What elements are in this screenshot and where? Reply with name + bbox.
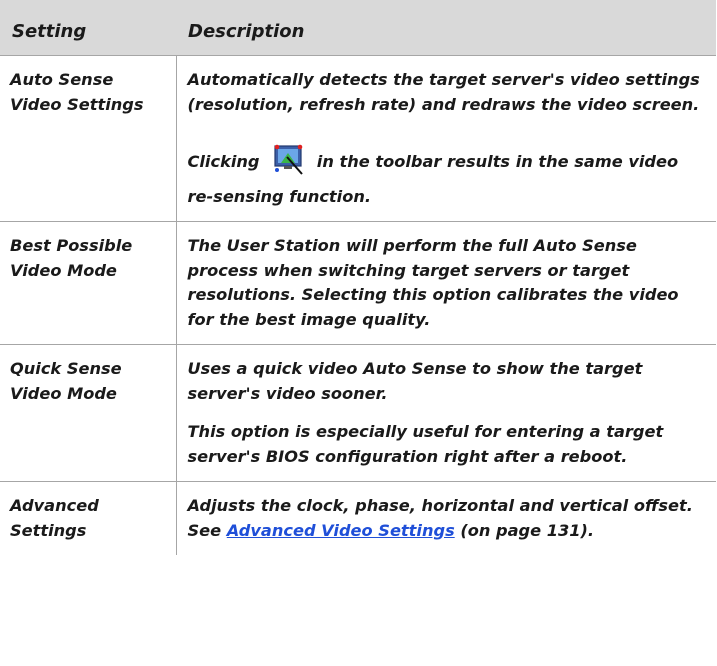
setting-name: Best Possible Video Mode bbox=[0, 221, 177, 345]
table-row: Advanced Settings Adjusts the clock, pha… bbox=[0, 481, 716, 556]
setting-name: Quick Sense Video Mode bbox=[0, 344, 177, 482]
description-text: Uses a quick video Auto Sense to show th… bbox=[187, 359, 643, 403]
clicking-prefix: Clicking bbox=[187, 152, 260, 171]
icon-instruction: Clicking in the toolbar results in the s… bbox=[188, 141, 709, 209]
header-description: Description bbox=[176, 0, 716, 56]
setting-name: Auto Sense Video Settings bbox=[0, 55, 177, 222]
settings-table: Setting Description Auto Sense Video Set… bbox=[0, 0, 716, 555]
table-header-row: Setting Description bbox=[0, 0, 716, 56]
description-text-2: This option is especially useful for ent… bbox=[187, 422, 664, 466]
advanced-video-settings-link[interactable]: Advanced Video Settings bbox=[227, 521, 455, 540]
description-text: Automatically detects the target server'… bbox=[187, 70, 700, 114]
table-row: Quick Sense Video Mode Uses a quick vide… bbox=[0, 344, 716, 482]
header-setting: Setting bbox=[0, 0, 176, 56]
table-row: Auto Sense Video Settings Automatically … bbox=[0, 55, 716, 222]
auto-sense-video-icon bbox=[271, 141, 307, 185]
setting-description: Adjusts the clock, phase, horizontal and… bbox=[176, 482, 716, 556]
clicking-suffix: in the toolbar results in the same video… bbox=[187, 152, 679, 206]
table-row: Best Possible Video Mode The User Statio… bbox=[0, 221, 716, 345]
setting-description: Uses a quick video Auto Sense to show th… bbox=[176, 344, 716, 482]
setting-description: The User Station will perform the full A… bbox=[176, 221, 716, 345]
setting-name: Advanced Settings bbox=[0, 481, 177, 555]
description-suffix: (on page 131). bbox=[460, 520, 595, 540]
setting-description: Automatically detects the target server'… bbox=[176, 55, 716, 222]
